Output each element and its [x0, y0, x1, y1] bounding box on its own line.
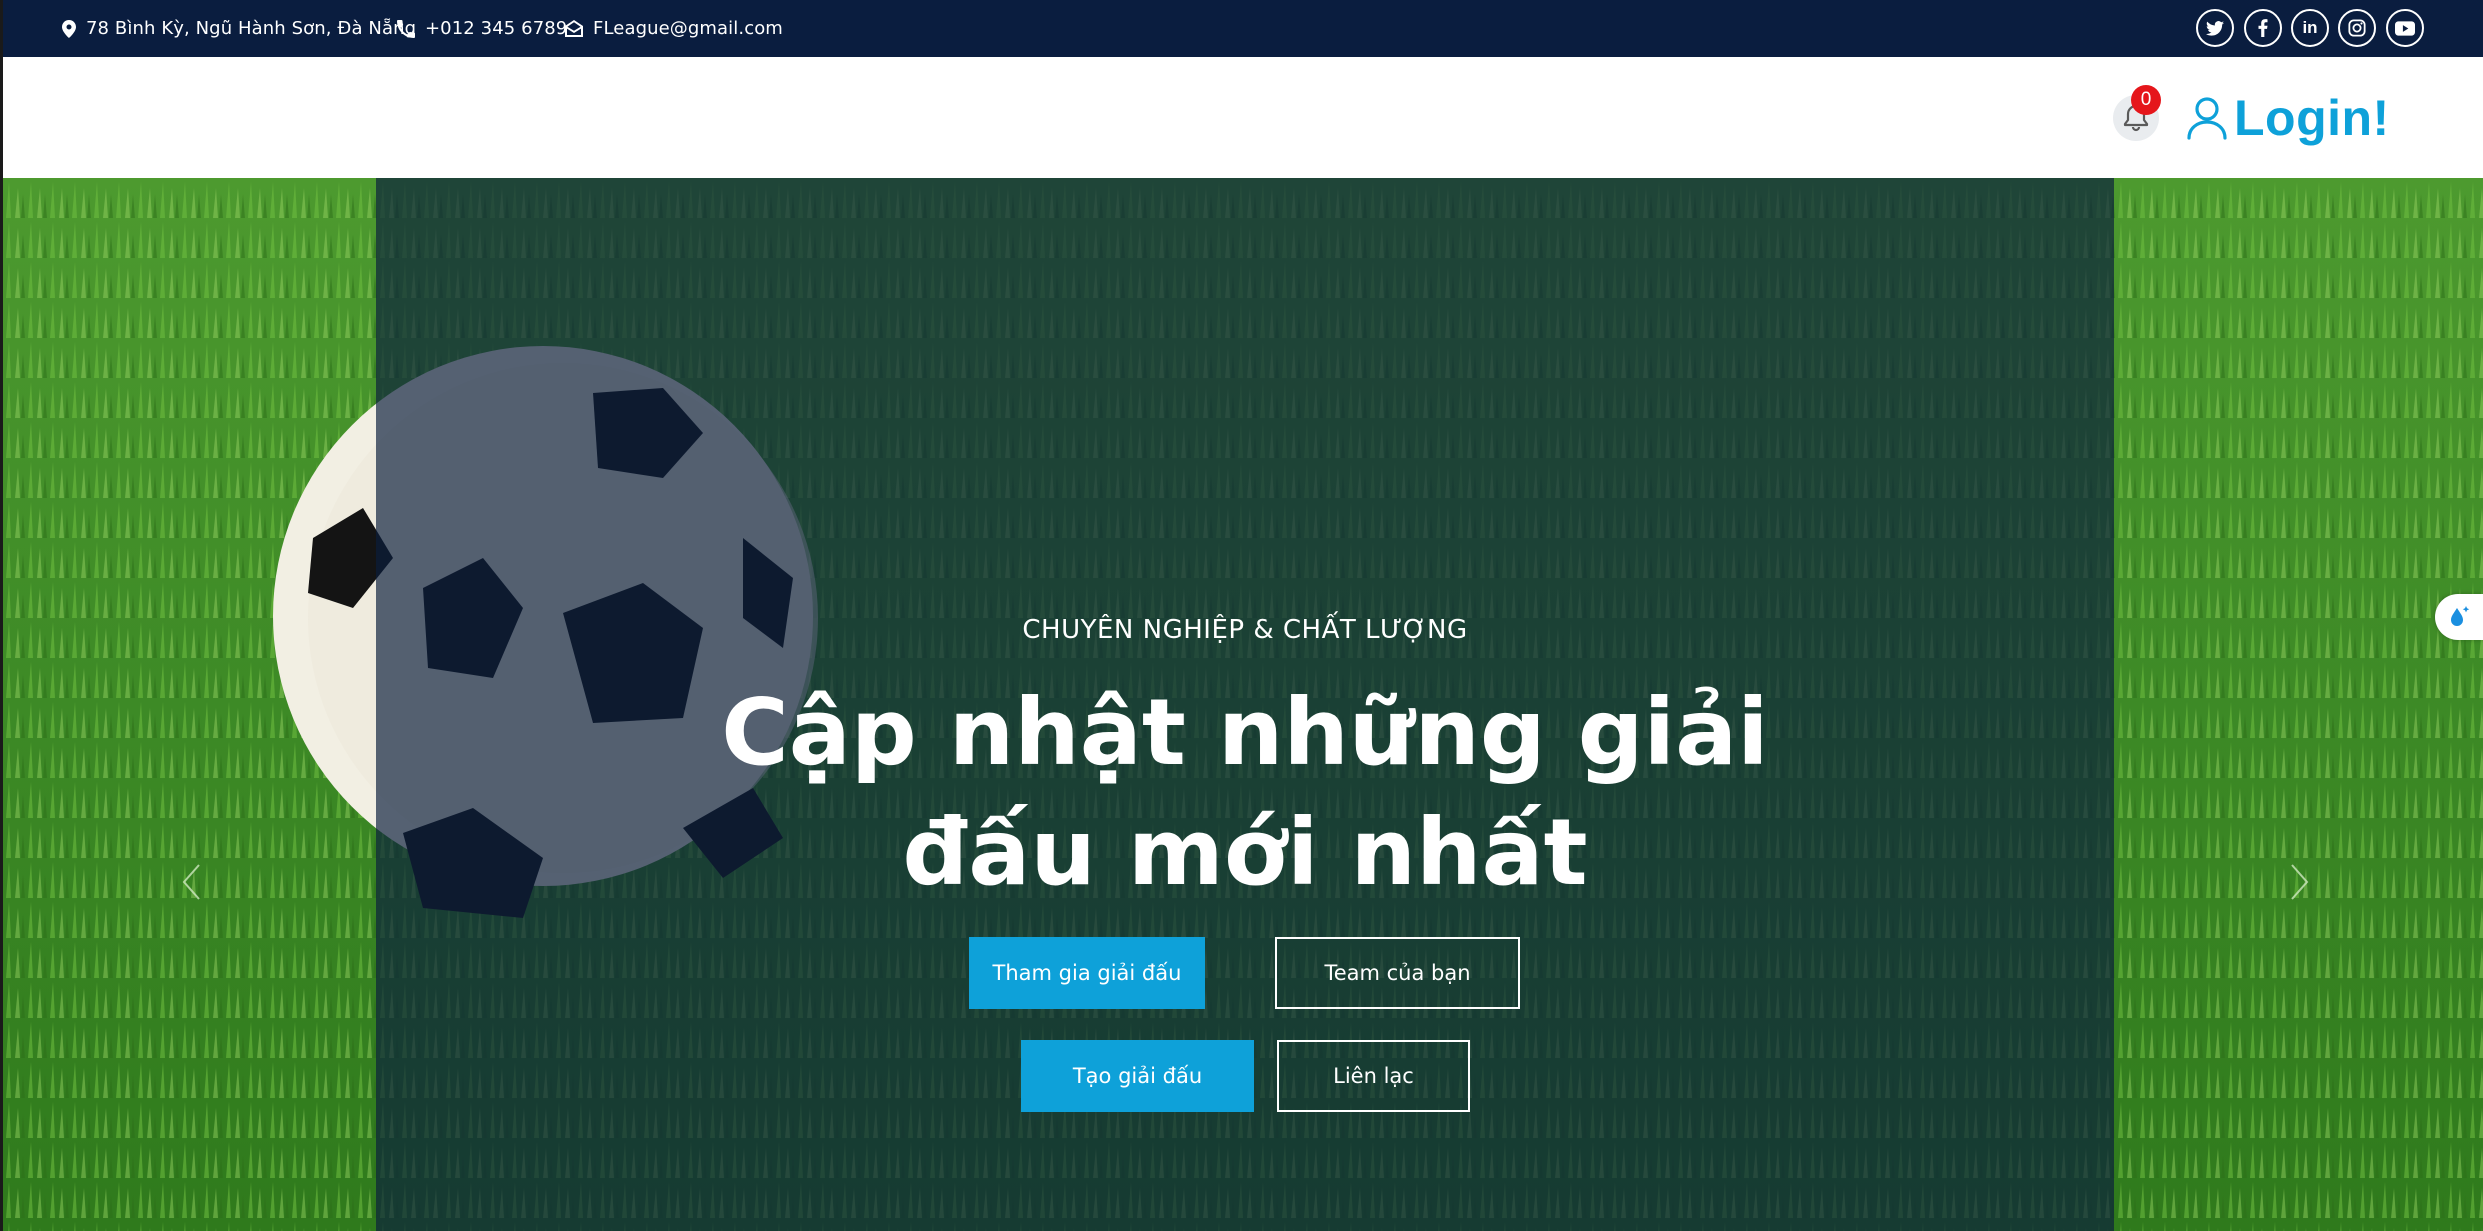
- youtube-icon: [2395, 20, 2415, 36]
- window-edge: [0, 0, 3, 1231]
- join-tournament-button[interactable]: Tham gia giải đấu: [969, 937, 1205, 1009]
- hero-carousel: CHUYÊN NGHIỆP & CHẤT LƯỢNG Cập nhật nhữn…: [3, 178, 2483, 1231]
- main-navbar: 0 Login!: [3, 57, 2483, 178]
- instagram-icon: [2348, 19, 2366, 37]
- headline-line-1: Cập nhật những giải: [721, 679, 1769, 786]
- water-drop-icon: [2451, 606, 2470, 626]
- floating-side-widget[interactable]: [2435, 594, 2483, 640]
- your-team-button[interactable]: Team của bạn: [1275, 937, 1520, 1009]
- twitter-icon: [2206, 20, 2224, 36]
- chevron-left-icon: [182, 864, 200, 900]
- login-link[interactable]: Login!: [2186, 89, 2390, 147]
- email-text: FLeague@gmail.com: [593, 18, 783, 39]
- top-info-bar: 78 Bình Kỳ, Ngũ Hành Sơn, Đà Nẵng +012 3…: [3, 0, 2483, 57]
- chevron-right-icon: [2291, 864, 2309, 900]
- twitter-button[interactable]: [2196, 9, 2234, 47]
- carousel-prev-button[interactable]: [173, 854, 209, 910]
- facebook-icon: [2258, 19, 2268, 37]
- phone-icon: [397, 19, 415, 38]
- address-text: 78 Bình Kỳ, Ngũ Hành Sơn, Đà Nẵng: [86, 18, 417, 39]
- facebook-button[interactable]: [2244, 9, 2282, 47]
- phone-text: +012 345 6789: [425, 18, 568, 39]
- user-icon: [2187, 97, 2227, 140]
- email-info: FLeague@gmail.com: [565, 0, 783, 57]
- phone-info: +012 345 6789: [397, 0, 567, 57]
- login-label: Login!: [2234, 90, 2390, 146]
- linkedin-button[interactable]: in: [2291, 9, 2329, 47]
- hero-kicker: CHUYÊN NGHIỆP & CHẤT LƯỢNG: [1022, 615, 1468, 645]
- address-info: 78 Bình Kỳ, Ngũ Hành Sơn, Đà Nẵng: [62, 0, 416, 57]
- create-tournament-button[interactable]: Tạo giải đấu: [1021, 1040, 1254, 1112]
- contact-button[interactable]: Liên lạc: [1277, 1040, 1470, 1112]
- notification-count-badge: 0: [2131, 85, 2161, 115]
- linkedin-icon: in: [2302, 18, 2318, 37]
- instagram-button[interactable]: [2338, 9, 2376, 47]
- headline-line-2: đấu mới nhất: [902, 799, 1588, 906]
- youtube-button[interactable]: [2386, 9, 2424, 47]
- carousel-next-button[interactable]: [2282, 854, 2318, 910]
- hero-headline: Cập nhật những giải đấu mới nhất: [376, 673, 2114, 913]
- map-pin-icon: [62, 19, 76, 38]
- envelope-open-icon: [565, 20, 583, 37]
